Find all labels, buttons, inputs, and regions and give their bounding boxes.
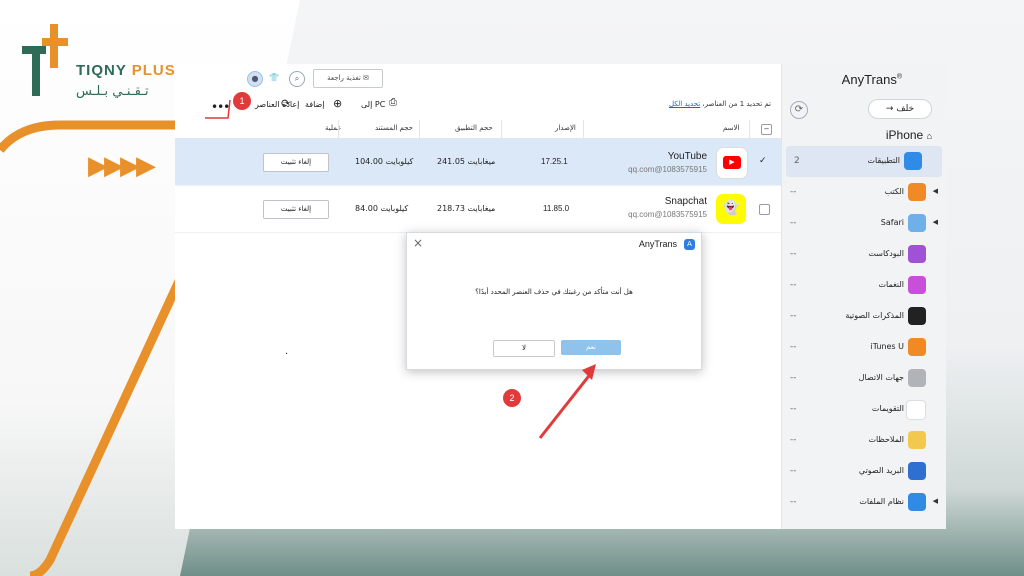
highlight-bracket bbox=[205, 99, 231, 119]
step-badge-2: 2 bbox=[503, 389, 521, 407]
step-badge-1: 1 bbox=[233, 92, 251, 110]
annotation-overlay bbox=[205, 99, 596, 439]
pointer-arrow bbox=[538, 371, 594, 439]
